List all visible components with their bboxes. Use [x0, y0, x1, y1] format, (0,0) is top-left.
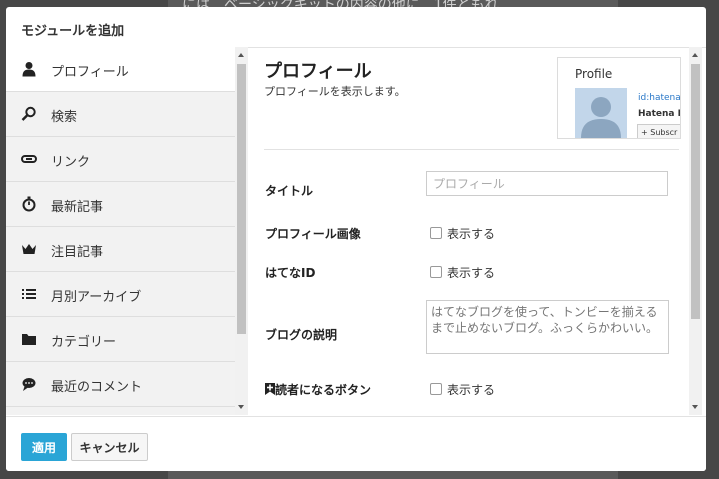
sidebar-item-search[interactable]: 検索 — [6, 92, 235, 137]
preview-user-name: Hatena B — [638, 109, 681, 119]
checkbox-label: 表示する — [447, 266, 496, 280]
dialog-header: モジュールを追加 — [6, 7, 706, 48]
comment-icon — [21, 376, 37, 392]
dialog-title: モジュールを追加 — [21, 24, 125, 39]
add-module-dialog: モジュールを追加 プロフィール 検索 リンク 最新記事 注目記事 月別アーカイブ… — [6, 7, 706, 471]
preview-title: Profile — [575, 67, 613, 81]
blog-description-textarea[interactable] — [426, 300, 669, 354]
reader-button-checkbox[interactable] — [430, 383, 442, 395]
sidebar-item-label: カテゴリー — [51, 335, 117, 350]
profile-image-checkbox[interactable] — [430, 227, 442, 239]
sidebar-item-recent-entries[interactable]: 最新記事 — [6, 182, 235, 227]
hatena-id-option[interactable]: 表示する — [430, 264, 495, 281]
sidebar-item-profile[interactable]: プロフィール — [6, 47, 235, 92]
sidebar-item-label: プロフィール — [51, 65, 129, 80]
module-description: プロフィールを表示します。 — [264, 85, 406, 98]
cancel-button[interactable]: キャンセル — [71, 433, 148, 461]
scroll-down-arrow-icon[interactable] — [238, 405, 244, 409]
content-scroll-thumb[interactable] — [691, 64, 700, 319]
title-input[interactable] — [426, 171, 668, 196]
content-scrollbar[interactable] — [689, 47, 702, 415]
reader-button-label-text: 読者になるボタン — [275, 383, 372, 397]
crown-icon — [21, 241, 37, 257]
profile-preview: Profile id:hatena Hatena B + Subscr — [557, 57, 681, 139]
sidebar-item-label: 最近のコメント — [51, 380, 143, 395]
plus-icon: + — [641, 128, 651, 137]
sidebar-item-label: 月別アーカイブ — [51, 290, 142, 305]
scroll-up-arrow-icon[interactable] — [692, 53, 698, 57]
sidebar-item-label: 注目記事 — [51, 245, 104, 260]
sidebar-item-link[interactable]: リンク — [6, 137, 235, 182]
preview-subscribe-label: Subscr — [650, 128, 678, 137]
sidebar-item-category[interactable]: カテゴリー — [6, 317, 235, 362]
link-icon — [21, 151, 37, 167]
module-list: プロフィール 検索 リンク 最新記事 注目記事 月別アーカイブ カテゴリー 最近… — [6, 47, 236, 415]
sidebar-scroll-thumb[interactable] — [237, 64, 246, 334]
dialog-footer: 適用 キャンセル — [6, 416, 706, 471]
sidebar-scrollbar[interactable] — [235, 47, 248, 415]
module-title: プロフィール — [264, 61, 372, 82]
sidebar-item-label: 検索 — [51, 110, 78, 125]
checkbox-label: 表示する — [447, 383, 496, 397]
scroll-down-arrow-icon[interactable] — [692, 405, 698, 409]
folder-icon — [21, 331, 37, 347]
module-settings-panel: プロフィール プロフィールを表示します。 Profile id:hatena H… — [250, 47, 689, 415]
apply-button[interactable]: 適用 — [21, 433, 67, 461]
profile-image-option[interactable]: 表示する — [430, 225, 495, 242]
person-icon — [21, 61, 37, 77]
checkbox-label: 表示する — [447, 227, 496, 241]
hatena-id-checkbox[interactable] — [430, 266, 442, 278]
title-field-label: タイトル — [265, 184, 314, 198]
sidebar-item-featured-entries[interactable]: 注目記事 — [6, 227, 235, 272]
hatena-id-label: はてなID — [265, 266, 316, 280]
stopwatch-icon — [21, 196, 37, 212]
sidebar-item-label: リンク — [51, 155, 91, 170]
profile-image-label: プロフィール画像 — [265, 227, 361, 241]
scroll-up-arrow-icon[interactable] — [238, 53, 244, 57]
avatar — [575, 88, 627, 138]
bookmark-plus-icon — [265, 383, 275, 397]
sidebar-item-monthly-archive[interactable]: 月別アーカイブ — [6, 272, 235, 317]
sidebar-item-recent-comments[interactable]: 最近のコメント — [6, 362, 235, 407]
preview-subscribe-button: + Subscr — [637, 124, 680, 138]
divider — [264, 149, 679, 150]
reader-button-option[interactable]: 表示する — [430, 381, 495, 398]
sidebar-item-label: 最新記事 — [51, 200, 104, 215]
blog-description-label: ブログの説明 — [265, 328, 338, 342]
reader-button-label: 読者になるボタン — [265, 381, 371, 398]
list-icon — [21, 286, 37, 302]
search-icon — [21, 106, 37, 122]
preview-user-id: id:hatena — [638, 93, 681, 103]
